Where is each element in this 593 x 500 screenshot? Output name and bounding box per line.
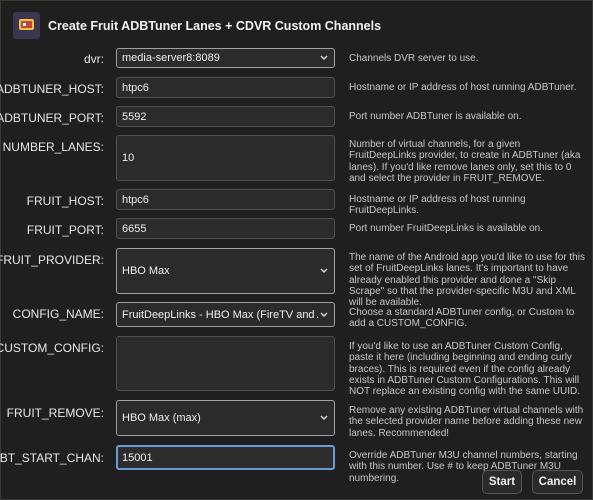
label-number-lanes: NUMBER_LANES:	[2, 140, 104, 154]
dialog-window: Create Fruit ADBTuner Lanes + CDVR Custo…	[0, 0, 593, 500]
adbtuner-host-input[interactable]: htpc6	[116, 77, 335, 98]
desc-adbtuner-host: Hostname or IP address of host running A…	[349, 82, 577, 93]
desc-config-name: Choose a standard ADBTuner config, or Cu…	[349, 307, 575, 330]
desc-number-lanes: Number of virtual channels, for a given …	[349, 139, 581, 184]
label-fruit-port: FRUIT_PORT:	[26, 223, 104, 237]
label-dvr: dvr:	[83, 52, 104, 66]
fruit-remove-select[interactable]: HBO Max (max)	[116, 400, 335, 436]
label-fruit-host: FRUIT_HOST:	[26, 194, 104, 208]
number-lanes-input[interactable]: 10	[116, 135, 335, 181]
desc-custom-config: If you'd like to use an ADBTuner Custom …	[349, 341, 581, 398]
fruit-host-input[interactable]: htpc6	[116, 189, 335, 210]
config-name-select[interactable]: FruitDeepLinks - HBO Max (FireTV and And…	[116, 302, 335, 327]
desc-adbtuner-port: Port number ADBTuner is available on.	[349, 111, 522, 122]
label-fruit-provider: FRUIT_PROVIDER:	[0, 253, 104, 267]
adbtuner-port-input[interactable]: 5592	[116, 106, 335, 127]
fruit-port-input[interactable]: 6655	[116, 218, 335, 239]
label-config-name: CONFIG_NAME:	[12, 307, 104, 321]
custom-config-textarea[interactable]	[116, 336, 335, 391]
chevron-down-icon	[318, 265, 330, 277]
dvr-select[interactable]: media-server8:8089	[116, 48, 335, 68]
desc-dvr: Channels DVR server to use.	[349, 53, 479, 64]
fruit-provider-select[interactable]: HBO Max	[116, 248, 335, 294]
dialog-title: Create Fruit ADBTuner Lanes + CDVR Custo…	[48, 19, 382, 33]
cancel-button[interactable]: Cancel	[532, 470, 583, 494]
desc-fruit-remove: Remove any existing ADBTuner virtual cha…	[349, 405, 584, 439]
chevron-down-icon	[318, 52, 330, 64]
label-adbt-start-chan: ADBT_START_CHAN:	[0, 451, 104, 465]
label-custom-config: CUSTOM_CONFIG:	[0, 341, 104, 355]
chevron-down-icon	[318, 412, 330, 424]
desc-fruit-host: Hostname or IP address of host running F…	[349, 194, 526, 217]
chevron-down-icon	[318, 309, 330, 321]
adbt-start-chan-input[interactable]: 15001	[116, 445, 335, 470]
desc-fruit-provider: The name of the Android app you'd like t…	[349, 252, 585, 309]
title-bar: Create Fruit ADBTuner Lanes + CDVR Custo…	[1, 1, 592, 45]
app-icon	[13, 12, 40, 39]
label-fruit-remove: FRUIT_REMOVE:	[6, 406, 104, 420]
label-adbtuner-port: ADBTUNER_PORT:	[0, 111, 104, 125]
start-button[interactable]: Start	[482, 470, 522, 494]
label-adbtuner-host: ADBTUNER_HOST:	[0, 82, 104, 96]
desc-fruit-port: Port number FruitDeepLinks is available …	[349, 223, 543, 234]
